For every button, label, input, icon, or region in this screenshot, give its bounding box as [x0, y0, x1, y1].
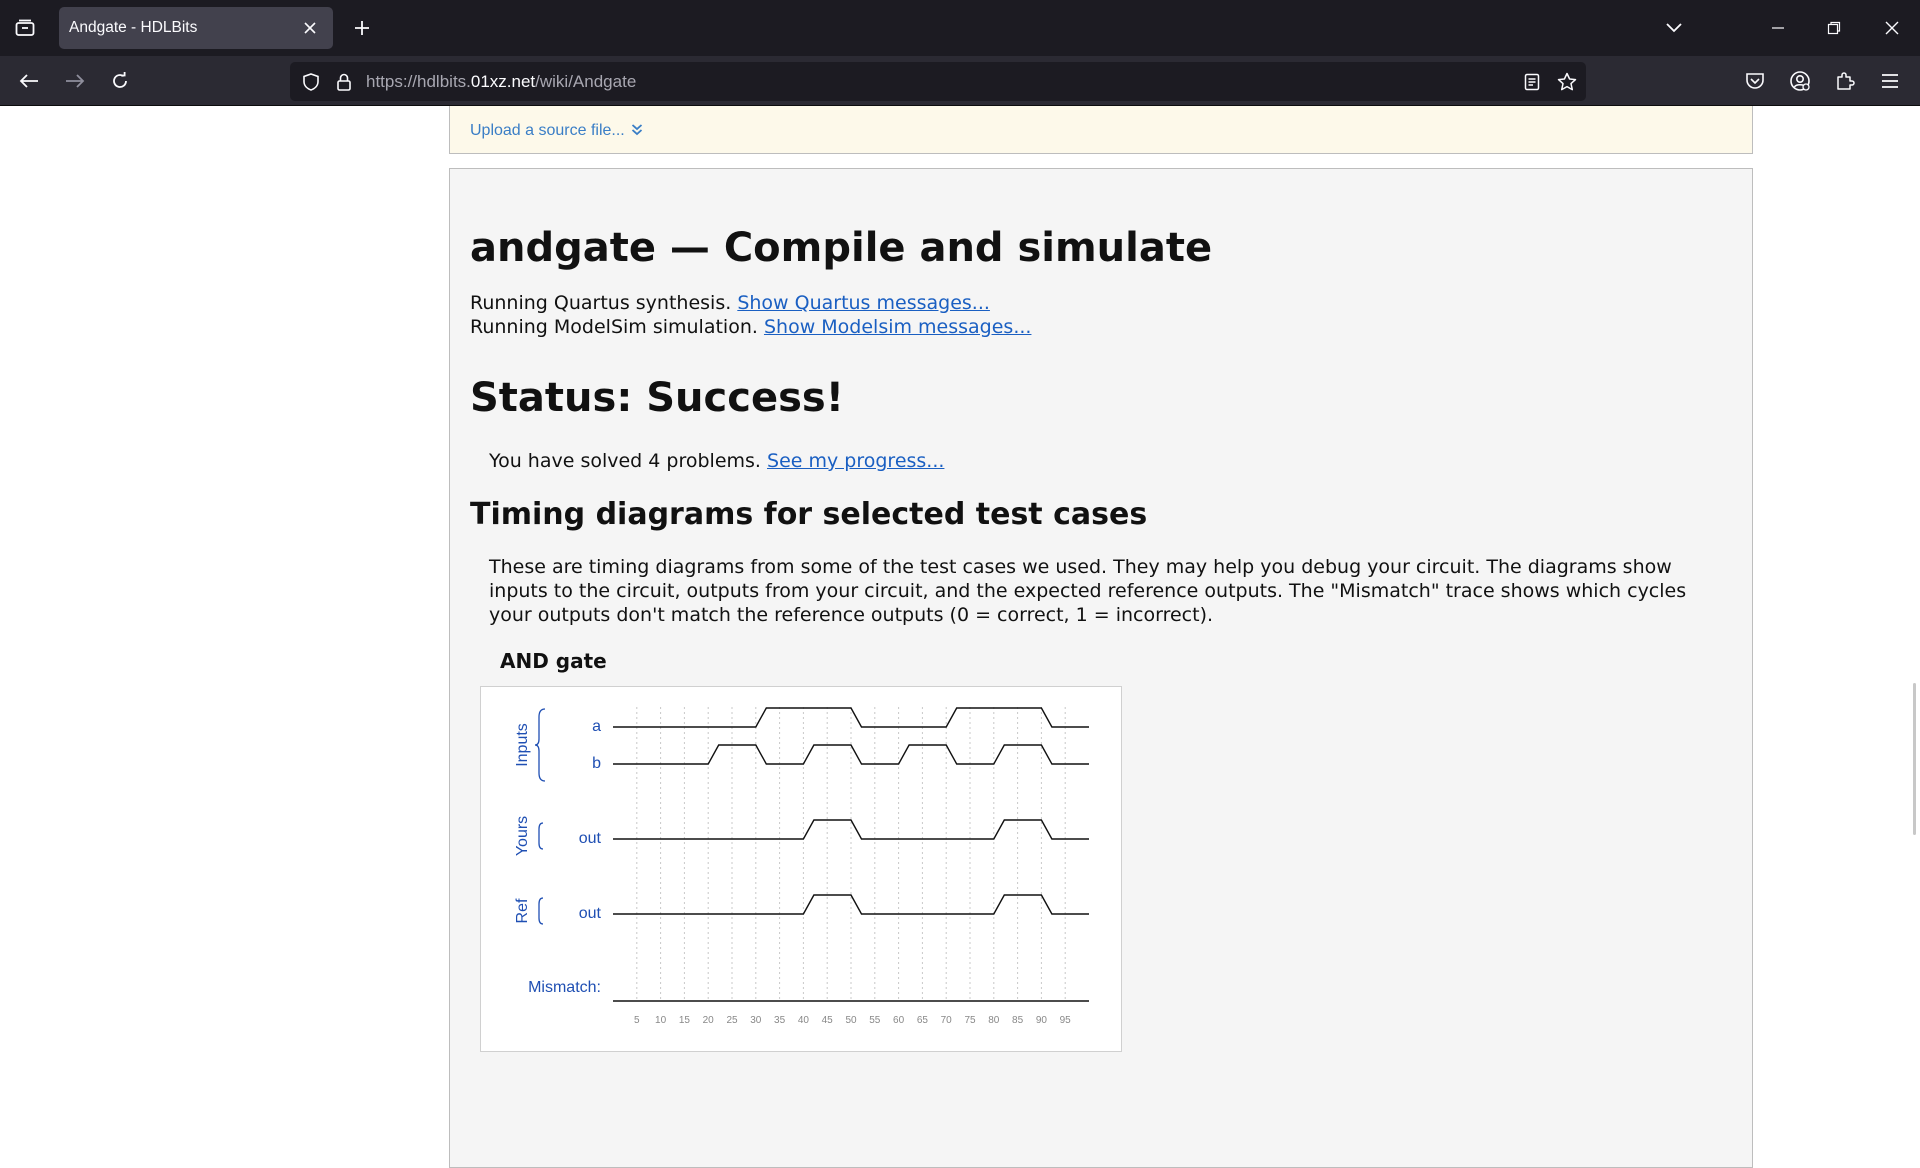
tab-bar: Andgate - HDLBits — [0, 0, 1920, 56]
account-icon — [1790, 71, 1810, 91]
forward-button[interactable] — [60, 67, 90, 95]
time-tick-label: 5 — [634, 1015, 640, 1026]
address-bar[interactable]: https://hdlbits.01xz.net/wiki/Andgate — [290, 62, 1586, 101]
time-tick-label: 95 — [1060, 1015, 1072, 1026]
plus-icon — [355, 21, 369, 35]
timing-diagram-svg: 5 10 15 20 25 30 35 40 45 50 55 60 65 70 75 80 85 90 95 a b I… — [514, 707, 1089, 1026]
timing-diagram: 5 10 15 20 25 30 35 40 45 50 55 60 65 70 75 80 85 90 95 a b I… — [480, 686, 1122, 1052]
yours-bracket — [538, 822, 544, 850]
url-domain: 01xz.net — [470, 72, 536, 91]
modelsim-line: Running ModelSim simulation. Show Models… — [470, 315, 1031, 339]
restore-button[interactable] — [1816, 14, 1852, 42]
show-quartus-messages-link[interactable]: Show Quartus messages... — [737, 292, 990, 314]
minimize-icon — [1772, 27, 1784, 29]
timing-diagrams-heading: Timing diagrams for selected test cases — [470, 497, 1148, 532]
account-button[interactable] — [1785, 67, 1815, 95]
mismatch-label: Mismatch: — [528, 979, 601, 996]
modelsim-status-text: Running ModelSim simulation. — [470, 316, 758, 338]
bookmark-star-button[interactable] — [1554, 69, 1580, 95]
time-tick-label: 45 — [822, 1015, 834, 1026]
star-icon — [1557, 72, 1577, 91]
site-info-button[interactable] — [332, 69, 356, 95]
lock-icon — [337, 73, 351, 91]
upload-panel: Upload a source file... — [449, 106, 1753, 154]
navigation-toolbar: https://hdlbits.01xz.net/wiki/Andgate — [0, 56, 1920, 106]
time-tick-label: 35 — [774, 1015, 786, 1026]
minimize-button[interactable] — [1760, 14, 1796, 42]
time-tick-label: 70 — [941, 1015, 953, 1026]
list-all-tabs-button[interactable] — [1660, 14, 1688, 42]
time-tick-label: 60 — [893, 1015, 905, 1026]
restore-icon — [1827, 21, 1841, 35]
menu-button[interactable] — [1875, 67, 1905, 95]
tab-title: Andgate - HDLBits — [69, 19, 198, 36]
time-tick-label: 65 — [917, 1015, 929, 1026]
arrow-right-icon — [66, 74, 85, 88]
back-button[interactable] — [14, 67, 44, 95]
close-icon — [304, 22, 316, 34]
arrow-left-icon — [19, 74, 38, 88]
url-text[interactable]: https://hdlbits.01xz.net/wiki/Andgate — [366, 72, 636, 92]
new-tab-button[interactable] — [348, 14, 376, 42]
puzzle-icon — [1837, 72, 1855, 90]
time-tick-label: 50 — [845, 1015, 857, 1026]
time-tick-label: 10 — [655, 1015, 667, 1026]
show-modelsim-messages-link[interactable]: Show Modelsim messages... — [764, 316, 1031, 338]
inputs-bracket — [534, 708, 546, 782]
page-title: andgate — Compile and simulate — [470, 225, 1213, 271]
group-label-ref: Ref — [514, 898, 531, 923]
result-panel: andgate — Compile and simulate Running Q… — [449, 168, 1753, 1168]
time-tick-label: 40 — [798, 1015, 810, 1026]
scrollbar-thumb[interactable] — [1913, 683, 1916, 835]
waveform-title: AND gate — [500, 649, 607, 673]
chevron-down-icon — [1666, 23, 1682, 33]
solved-count-text: You have solved 4 problems. — [489, 450, 761, 472]
quartus-status-text: Running Quartus synthesis. — [470, 292, 732, 314]
time-tick-label: 15 — [679, 1015, 691, 1026]
url-prefix: https://hdlbits. — [366, 72, 471, 91]
upload-source-file-link[interactable]: Upload a source file... — [470, 122, 625, 140]
close-tab-button[interactable] — [299, 17, 321, 39]
close-window-button[interactable] — [1874, 14, 1910, 42]
pocket-icon — [1746, 73, 1764, 89]
see-my-progress-link[interactable]: See my progress... — [767, 450, 944, 472]
url-path: /wiki/Andgate — [535, 72, 637, 91]
pocket-button[interactable] — [1740, 67, 1770, 95]
time-tick-label: 85 — [1012, 1015, 1024, 1026]
close-icon — [1885, 21, 1899, 35]
timing-description: These are timing diagrams from some of t… — [489, 556, 1687, 626]
reader-view-button[interactable] — [1519, 69, 1545, 95]
time-tick-label: 75 — [964, 1015, 976, 1026]
time-tick-label: 90 — [1036, 1015, 1048, 1026]
tab-list-icon — [15, 19, 35, 36]
tab-overview-button[interactable] — [8, 14, 42, 42]
double-chevron-down-icon[interactable] — [631, 123, 643, 137]
progress-line: You have solved 4 problems. See my progr… — [489, 449, 944, 473]
shield-icon — [303, 73, 319, 91]
ref-bracket — [538, 897, 544, 925]
signal-label-ref-out: out — [579, 905, 602, 922]
group-label-yours: Yours — [514, 816, 531, 856]
extensions-button[interactable] — [1830, 67, 1860, 95]
group-label-inputs: Inputs — [514, 723, 531, 767]
hamburger-menu-icon — [1882, 74, 1898, 88]
signal-label-yours-out: out — [579, 830, 602, 847]
time-tick-label: 30 — [750, 1015, 762, 1026]
reload-icon — [113, 72, 127, 88]
tab-active[interactable]: Andgate - HDLBits — [59, 7, 333, 49]
time-tick-label: 80 — [988, 1015, 1000, 1026]
time-tick-label: 25 — [726, 1015, 738, 1026]
quartus-line: Running Quartus synthesis. Show Quartus … — [470, 291, 990, 315]
status-heading: Status: Success! — [470, 375, 844, 421]
reload-button[interactable] — [105, 67, 135, 95]
time-tick-label: 55 — [869, 1015, 881, 1026]
reader-view-icon — [1524, 73, 1540, 91]
signal-label-a: a — [592, 718, 601, 735]
signal-label-b: b — [592, 755, 601, 772]
tracking-protection-button[interactable] — [298, 69, 324, 95]
time-tick-label: 20 — [703, 1015, 715, 1026]
